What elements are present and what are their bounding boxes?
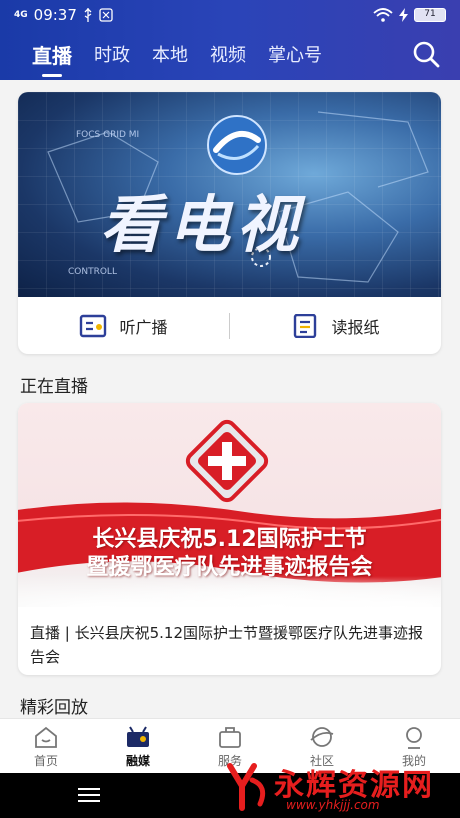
watch-tv-banner[interactable]: FOCS GRID MI CONTROLL 看电视: [18, 92, 441, 297]
live-banner-image: 长兴县庆祝5.12国际护士节 暨援鄂医疗队先进事迹报告会: [18, 403, 441, 607]
banner-small-text: FOCS GRID MI: [76, 130, 140, 140]
nav-media-label: 融媒: [125, 753, 150, 768]
media-actions: 听广播 读报纸: [18, 297, 441, 354]
service-icon: [219, 726, 241, 748]
app-header: 4G 09:37 71 直播 时政 本地 视频 掌心号: [0, 0, 460, 80]
watch-tv-title: 看电视: [100, 188, 305, 261]
replay-section-title: 精彩回放: [20, 698, 88, 718]
search-icon[interactable]: [412, 40, 440, 68]
profile-icon: [406, 726, 422, 749]
usb-icon: [84, 8, 92, 22]
watermark-logo: 永辉资源网 www.yhkjjj.com: [222, 758, 454, 818]
channel-tabs: 直播 时政 本地 视频 掌心号: [0, 36, 460, 77]
status-time: 09:37: [33, 6, 77, 24]
notification-icon: [99, 8, 113, 22]
cloud-decoration: [18, 567, 441, 607]
nav-media[interactable]: 融媒: [92, 719, 184, 773]
red-cross-icon: [185, 419, 269, 503]
community-icon: [310, 726, 334, 747]
menu-icon[interactable]: [78, 787, 100, 803]
tab-local[interactable]: 本地: [152, 41, 188, 67]
read-newspaper-label: 读报纸: [331, 317, 380, 337]
tab-live[interactable]: 直播: [32, 40, 72, 77]
home-icon: [35, 726, 57, 748]
media-icon: [127, 725, 149, 747]
status-bar: 4G 09:37 71: [0, 0, 460, 30]
listen-radio-label: 听广播: [119, 317, 168, 337]
tab-politics[interactable]: 时政: [94, 41, 130, 67]
live-card-caption: 直播 | 长兴县庆祝5.12国际护士节暨援鄂医疗队先进事迹报告会: [30, 624, 423, 666]
banner-small-text: CONTROLL: [68, 267, 117, 277]
nav-home[interactable]: 首页: [0, 719, 92, 773]
tv-station-logo-icon: [207, 115, 267, 175]
live-card[interactable]: 长兴县庆祝5.12国际护士节 暨援鄂医疗队先进事迹报告会 直播 | 长兴县庆祝5…: [18, 403, 441, 675]
tab-video[interactable]: 视频: [210, 41, 246, 67]
read-newspaper-button[interactable]: 读报纸: [230, 313, 441, 338]
watermark-emblem-icon: [227, 763, 266, 811]
nav-home-label: 首页: [33, 753, 58, 768]
watermark-url: www.yhkjjj.com: [286, 798, 380, 812]
tab-palm-account[interactable]: 掌心号: [268, 41, 322, 67]
newspaper-icon: [294, 313, 317, 338]
signal-indicator: 4G: [14, 9, 28, 20]
live-section-title: 正在直播: [20, 377, 88, 397]
listen-radio-button[interactable]: 听广播: [18, 314, 229, 338]
tv-card: FOCS GRID MI CONTROLL 看电视 听广播 读报纸: [18, 92, 441, 354]
charging-icon: [399, 8, 408, 22]
wifi-icon: [373, 8, 393, 22]
battery-indicator: 71: [414, 8, 446, 22]
radio-icon: [80, 314, 107, 337]
